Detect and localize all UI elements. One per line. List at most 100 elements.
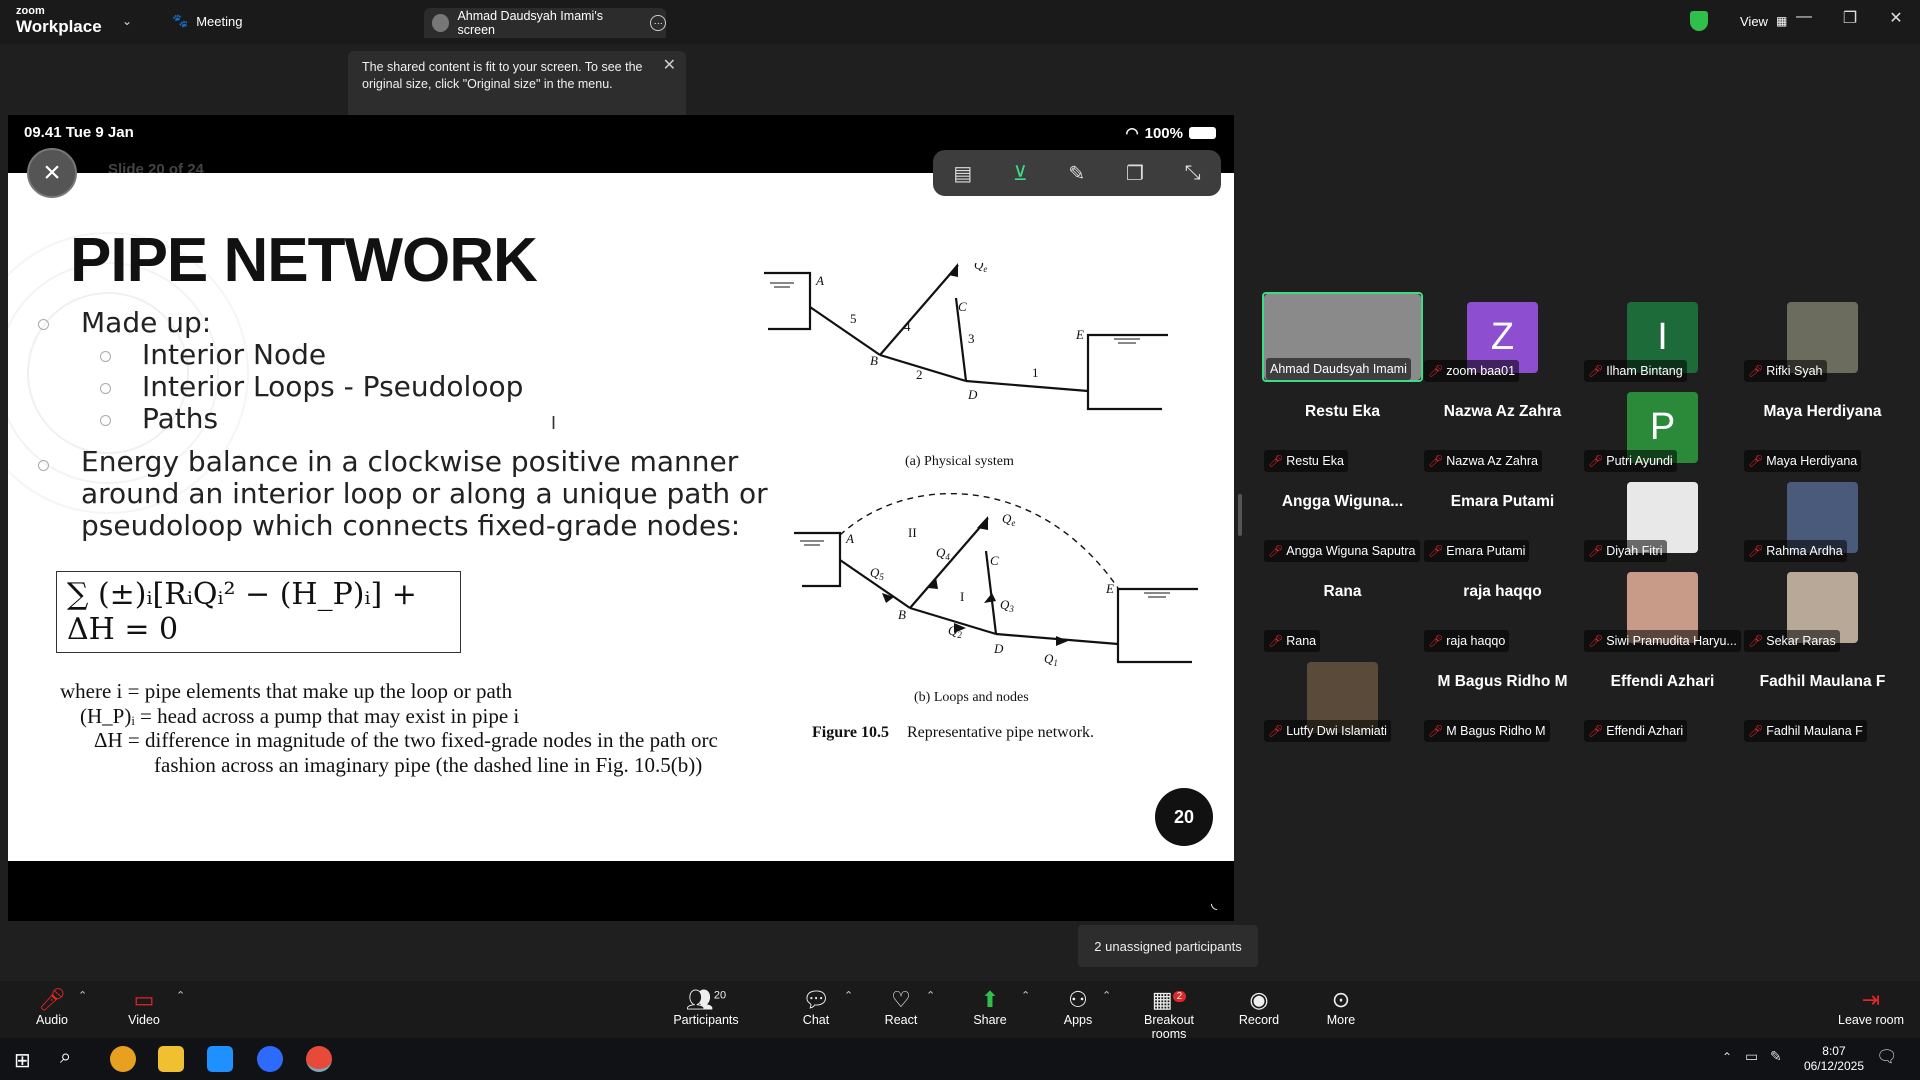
video-button[interactable]: ▭ Video [124,987,164,1027]
avatar [432,14,450,32]
share-icon: ⬆ [980,987,1000,1012]
react-button[interactable]: ♡ React [884,987,918,1027]
participant-label-text: Emara Putami [1446,544,1526,558]
svg-text:Q2: Q2 [948,623,962,640]
participant-label-text: Ilham Bintang [1606,364,1683,378]
participants-count: 20 [713,989,727,1002]
participant-tile[interactable]: 🎤︎ Lutfy Dwi Islamiati [1262,652,1423,742]
sub-bullet-interior-loops: Interior Loops - Pseudoloop [142,370,524,403]
participant-name-label: 🎤︎ Maya Herdiyana [1744,450,1862,472]
tray-chevron-icon[interactable]: ⌃ [1722,1050,1732,1064]
app-icon[interactable] [207,1046,233,1072]
network-icon[interactable]: ▭ [1745,1048,1758,1065]
participant-tile[interactable]: raja haqqo 🎤︎ raja haqqo [1422,562,1583,652]
participant-tile[interactable]: M Bagus Ridho M 🎤︎ M Bagus Ridho M [1422,652,1583,742]
participant-tile[interactable]: Ahmad Daudsyah Imami [1262,292,1423,382]
notification-icon[interactable]: 🗨︎ [1876,1047,1898,1067]
close-presentation-button[interactable]: × [27,148,77,198]
participant-tile[interactable]: Restu Eka 🎤︎ Restu Eka [1262,382,1423,472]
participant-tile[interactable]: P 🎤︎ Putri Ayundi [1582,382,1743,472]
chrome-icon[interactable] [110,1046,136,1072]
exit-fullscreen-icon[interactable]: ⤡ [1185,162,1201,185]
restore-button[interactable]: ❐ [1830,8,1870,34]
annotation-toolbar: ▤ ⊻ ✎ ❐ ⤡ [933,150,1221,196]
participant-name-label: 🎤︎ Ilham Bintang [1584,360,1687,382]
participant-tile[interactable]: Angga Wiguna... 🎤︎ Angga Wiguna Saputra [1262,472,1423,562]
participant-name-label: Ahmad Daudsyah Imami [1266,358,1411,380]
svg-text:C: C [990,553,999,568]
svg-text:B: B [898,607,906,622]
participant-tile[interactable]: Effendi Azhari 🎤︎ Effendi Azhari [1582,652,1743,742]
bullet-energy-line-3: pseudoloop which connects fixed-grade no… [81,509,741,542]
audio-button[interactable]: 🎤︎ Audio [34,987,70,1027]
figure-number: Figure 10.5 [812,724,890,741]
svg-text:2: 2 [916,367,923,382]
participant-tile[interactable]: Emara Putami 🎤︎ Emara Putami [1422,472,1583,562]
bullet-dot [38,319,49,330]
participant-tile[interactable]: Fadhil Maulana F 🎤︎ Fadhil Maulana F [1742,652,1903,742]
chrome-active-icon[interactable] [306,1046,332,1072]
leave-room-button[interactable]: ⇥ Leave room [1838,987,1904,1027]
participant-tile[interactable]: 🎤︎ Rifki Syah [1742,292,1903,382]
close-icon[interactable]: ✕ [663,55,676,77]
participant-tile[interactable]: Maya Herdiyana 🎤︎ Maya Herdiyana [1742,382,1903,472]
notes-icon[interactable]: ▤ [953,161,972,186]
figure-loops-and-nodes: ABC DE Qe Q5 Q4 Q2 Q3 Q1 III [794,493,1198,668]
participant-label-text: Rana [1286,634,1317,648]
breakout-rooms-button[interactable]: ▦ 2 Breakout rooms [1126,987,1212,1041]
svg-text:A: A [845,531,854,546]
search-icon[interactable]: ⌕ [60,1046,71,1069]
chat-button[interactable]: 💬︎ Chat [800,987,832,1027]
share-button[interactable]: ⬆ Share [973,987,1007,1027]
participant-tile[interactable]: Nazwa Az Zahra 🎤︎ Nazwa Az Zahra [1422,382,1583,472]
pen-tray-icon[interactable]: ✎ [1770,1048,1782,1065]
audio-label: Audio [36,1013,68,1027]
participant-tile[interactable]: 🎤︎ Siwi Pramudita Haryu... [1582,562,1743,652]
participant-tile[interactable]: 🎤︎ Sekar Raras [1742,562,1903,652]
react-caret-icon[interactable]: ⌃ [926,989,935,1002]
participant-tile[interactable]: 🎤︎ Diyah Fitri [1582,472,1743,562]
splitter-handle[interactable] [1238,494,1242,536]
muted-mic-icon: 🎤︎ [1748,454,1764,468]
clock[interactable]: 8:07 06/12/2025 [1804,1044,1864,1074]
participant-tile[interactable]: 🎤︎ Rahma Ardha [1742,472,1903,562]
pen-icon[interactable]: ✎ [1068,161,1085,186]
more-options-icon[interactable]: ⋯ [650,15,666,31]
record-button[interactable]: ◉ Record [1237,987,1281,1027]
participant-tile[interactable]: I 🎤︎ Ilham Bintang [1582,292,1743,382]
slide-content: PIPE NETWORK Made up: Interior Node Inte… [8,173,1234,861]
apps-button[interactable]: ⚇ Apps [1063,987,1093,1027]
participants-button[interactable]: 👥︎20 Participants [672,987,740,1027]
highlighter-icon[interactable]: ⊻ [1013,161,1028,186]
windows-start-icon[interactable]: ⊞ [14,1048,31,1073]
bullet-dot [38,460,49,471]
chevron-down-icon[interactable]: ⌄ [122,14,132,28]
participant-label-text: raja haqqo [1446,634,1506,648]
zoom-taskbar-icon[interactable] [257,1046,283,1072]
loading-spinner-icon: ◟ [1211,895,1218,912]
close-window-button[interactable]: ✕ [1876,8,1916,34]
share-caret-icon[interactable]: ⌃ [1021,989,1030,1002]
record-icon: ◉ [1249,987,1269,1012]
participant-label-text: Maya Herdiyana [1766,454,1858,468]
audio-caret-icon[interactable]: ⌃ [78,989,87,1002]
muted-mic-icon: 🎤︎ [1428,364,1444,378]
video-caret-icon[interactable]: ⌃ [176,989,185,1002]
participant-tile[interactable]: Rana 🎤︎ Rana [1262,562,1423,652]
participant-tile[interactable]: Z 🎤︎ zoom baa01 [1422,292,1583,382]
participant-name-label: 🎤︎ Rahma Ardha [1744,540,1847,562]
copy-icon[interactable]: ❐ [1126,161,1144,186]
chat-caret-icon[interactable]: ⌃ [844,989,853,1002]
logo-workplace-text: Workplace [16,17,102,36]
apps-caret-icon[interactable]: ⌃ [1102,989,1111,1002]
muted-mic-icon: 🎤︎ [1428,454,1444,468]
tab-shared-screen[interactable]: Ahmad Daudsyah Imami's screen ⋯ [424,8,666,38]
muted-mic-icon: 🎤︎ [1748,544,1764,558]
file-explorer-icon[interactable] [158,1046,184,1072]
more-button[interactable]: ⊙ More [1325,987,1357,1027]
svg-text:Q4: Q4 [936,545,950,562]
view-button[interactable]: View ▦ [1690,11,1787,31]
tab-meeting[interactable]: 🐾 Meeting [172,13,242,29]
minimize-button[interactable]: — [1784,8,1824,34]
tooltip-line-2: original size, click "Original size" in … [362,76,613,91]
